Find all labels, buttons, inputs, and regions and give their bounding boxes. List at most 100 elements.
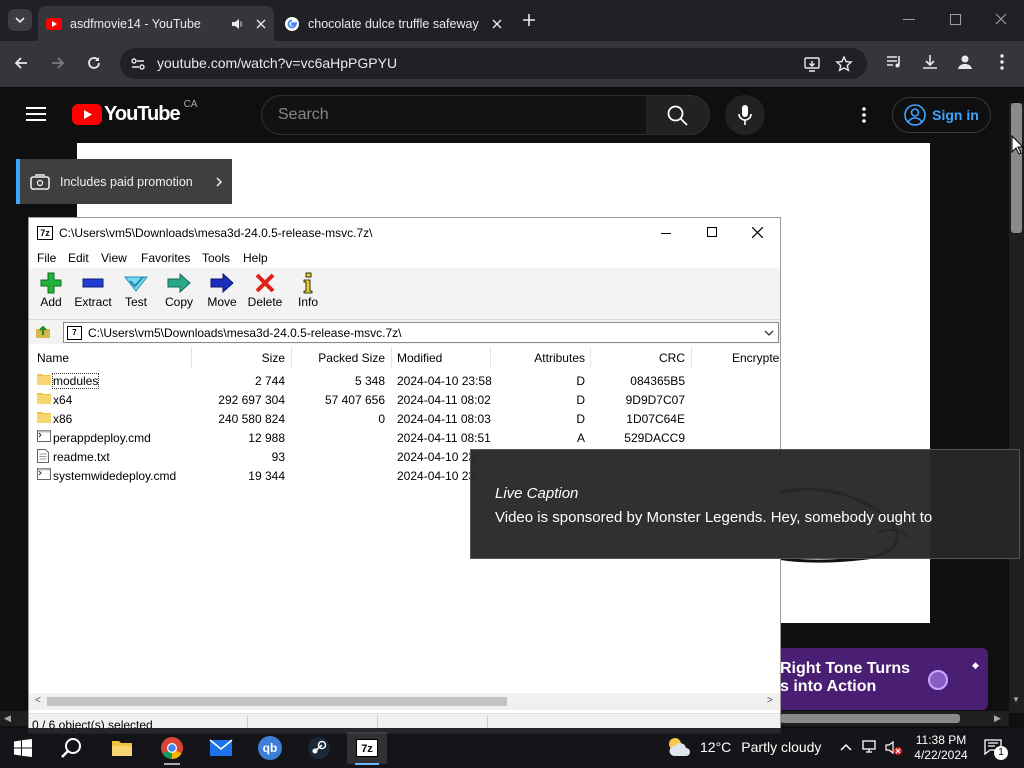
close-tab-icon[interactable] — [256, 19, 266, 29]
delete-button[interactable]: Delete — [243, 271, 287, 309]
col-packed-size[interactable]: Packed Size — [299, 351, 385, 365]
new-tab-button[interactable] — [520, 11, 538, 29]
search-taskbar-button[interactable] — [52, 732, 92, 764]
region-code: CA — [183, 99, 198, 110]
address-bar[interactable]: youtube.com/watch?v=vc6aHpPGPYU — [120, 48, 867, 79]
col-attributes[interactable]: Attributes — [499, 351, 585, 365]
file-row[interactable]: modules 2 744 5 348 2024-04-10 23:58 D 084365… — [29, 371, 780, 390]
h-scrollbar-thumb[interactable] — [780, 714, 960, 723]
file-crc: 9D9D7C07 — [625, 393, 685, 407]
ad-card-text-line-2: s into Action — [780, 678, 877, 695]
restore-button[interactable] — [950, 14, 961, 25]
menu-help[interactable]: Help — [243, 251, 268, 265]
scrollbar-thumb[interactable] — [1011, 103, 1022, 233]
7zip-horizontal-scrollbar[interactable]: < > — [29, 693, 780, 710]
youtube-logo[interactable]: YouTube CA — [72, 99, 197, 126]
network-icon[interactable] — [862, 740, 880, 754]
scroll-right-arrow-icon[interactable]: ▶ — [994, 713, 1001, 724]
file-explorer-button[interactable] — [102, 732, 142, 764]
volume-muted-icon[interactable] — [885, 740, 903, 756]
clock[interactable]: 11:38 PM 4/22/2024 — [913, 733, 969, 763]
col-encrypted[interactable]: Encrypte — [732, 351, 779, 365]
scroll-left-arrow-icon[interactable]: < — [35, 695, 41, 706]
info-button[interactable]: Info — [286, 271, 330, 309]
chrome-button[interactable] — [152, 732, 192, 765]
7zip-taskbar-button[interactable]: 7z — [347, 732, 387, 765]
close-window-button[interactable] — [995, 13, 1007, 25]
file-type-icon — [37, 373, 51, 385]
info-label: Info — [297, 295, 318, 309]
file-type-icon — [37, 449, 49, 463]
7zip-address-input[interactable]: 7 C:\Users\vm5\Downloads\mesa3d-24.0.5-r… — [63, 322, 779, 343]
close-icon — [995, 13, 1007, 25]
test-button[interactable]: Test — [114, 271, 158, 309]
weather-desc: Partly cloudy — [741, 739, 822, 755]
search-button[interactable] — [646, 95, 710, 135]
7zip-h-scrollbar-thumb[interactable] — [47, 697, 507, 706]
forward-arrow-icon[interactable] — [50, 55, 66, 71]
speaker-icon[interactable] — [230, 17, 244, 31]
7zip-close-icon[interactable] — [752, 227, 763, 238]
paid-promotion-icon — [30, 173, 50, 190]
voice-search-button[interactable] — [725, 95, 765, 135]
menu-file[interactable]: File — [37, 251, 56, 265]
col-name[interactable]: Name — [37, 351, 69, 365]
chevron-up-icon[interactable] — [840, 743, 852, 751]
menu-view[interactable]: View — [101, 251, 127, 265]
page-vertical-scrollbar[interactable]: ▲ ▼ — [1009, 103, 1024, 713]
media-controls-icon[interactable] — [885, 53, 903, 71]
add-button[interactable]: Add — [29, 271, 73, 309]
minimize-button[interactable] — [903, 19, 915, 20]
file-size: 93 — [271, 450, 285, 464]
menu-tools[interactable]: Tools — [202, 251, 230, 265]
scroll-right-arrow-icon[interactable]: > — [767, 695, 773, 706]
ad-card[interactable]: Right Tone Turns s into Action ◆ — [762, 648, 988, 710]
file-row[interactable]: x64 292 697 304 57 407 656 2024-04-11 08:02… — [29, 390, 780, 409]
notification-center-button[interactable]: 1 — [984, 738, 1008, 760]
file-row[interactable]: x86 240 580 824 0 2024-04-11 08:03 D 1D07C64E — [29, 409, 780, 428]
reload-icon[interactable] — [86, 55, 102, 71]
install-app-icon[interactable] — [803, 55, 821, 73]
col-size[interactable]: Size — [229, 351, 285, 365]
extract-button[interactable]: Extract — [71, 271, 115, 309]
more-menu-icon[interactable] — [999, 53, 1005, 71]
copy-button[interactable]: Copy — [157, 271, 201, 309]
start-button[interactable] — [3, 732, 43, 764]
ad-card-text-line-1: Right Tone Turns — [780, 660, 911, 677]
profile-icon[interactable] — [956, 53, 974, 71]
col-crc[interactable]: CRC — [609, 351, 685, 365]
chevron-down-icon[interactable] — [764, 330, 774, 336]
col-modified[interactable]: Modified — [397, 351, 442, 365]
weather-widget[interactable]: 12°C Partly cloudy — [666, 736, 821, 758]
tab-youtube[interactable]: asdfmovie14 - YouTube — [38, 6, 274, 41]
settings-more-icon[interactable] — [861, 106, 867, 124]
move-button[interactable]: Move — [200, 271, 244, 309]
7zip-minimize-button[interactable] — [661, 233, 671, 234]
menu-edit[interactable]: Edit — [68, 251, 89, 265]
tab-google[interactable]: chocolate dulce truffle safeway — [276, 6, 510, 41]
url-text[interactable]: youtube.com/watch?v=vc6aHpPGPYU — [157, 55, 397, 71]
chrome-icon — [161, 737, 183, 759]
up-folder-icon[interactable] — [35, 323, 51, 339]
sign-in-button[interactable]: Sign in — [892, 97, 991, 133]
live-caption-panel[interactable]: Live Caption Video is sponsored by Monst… — [470, 449, 1020, 559]
qbittorrent-button[interactable]: qb — [250, 732, 290, 764]
steam-button[interactable] — [299, 732, 339, 764]
close-tab-icon[interactable] — [492, 19, 502, 29]
tab-search-button[interactable] — [8, 9, 32, 31]
file-row[interactable]: perappdeploy.cmd 12 988 2024-04-11 08:51 A 5… — [29, 428, 780, 447]
search-input[interactable]: Search — [261, 95, 647, 135]
mail-button[interactable] — [201, 732, 241, 764]
hamburger-menu-icon[interactable] — [26, 106, 46, 122]
paid-promotion-badge[interactable]: Includes paid promotion — [16, 159, 232, 204]
menu-favorites[interactable]: Favorites — [141, 251, 190, 265]
download-icon[interactable] — [921, 53, 939, 71]
bookmark-star-icon[interactable] — [835, 55, 853, 73]
scroll-down-arrow-icon[interactable]: ▼ — [1012, 695, 1020, 704]
7zip-title-bar[interactable]: 7z C:\Users\vm5\Downloads\mesa3d-24.0.5-… — [29, 218, 780, 248]
7zip-maximize-button[interactable] — [707, 227, 717, 237]
back-arrow-icon[interactable] — [13, 55, 29, 71]
search-icon — [61, 738, 81, 758]
site-settings-icon[interactable] — [130, 56, 146, 72]
scroll-left-arrow-icon[interactable]: ◀ — [4, 713, 11, 724]
